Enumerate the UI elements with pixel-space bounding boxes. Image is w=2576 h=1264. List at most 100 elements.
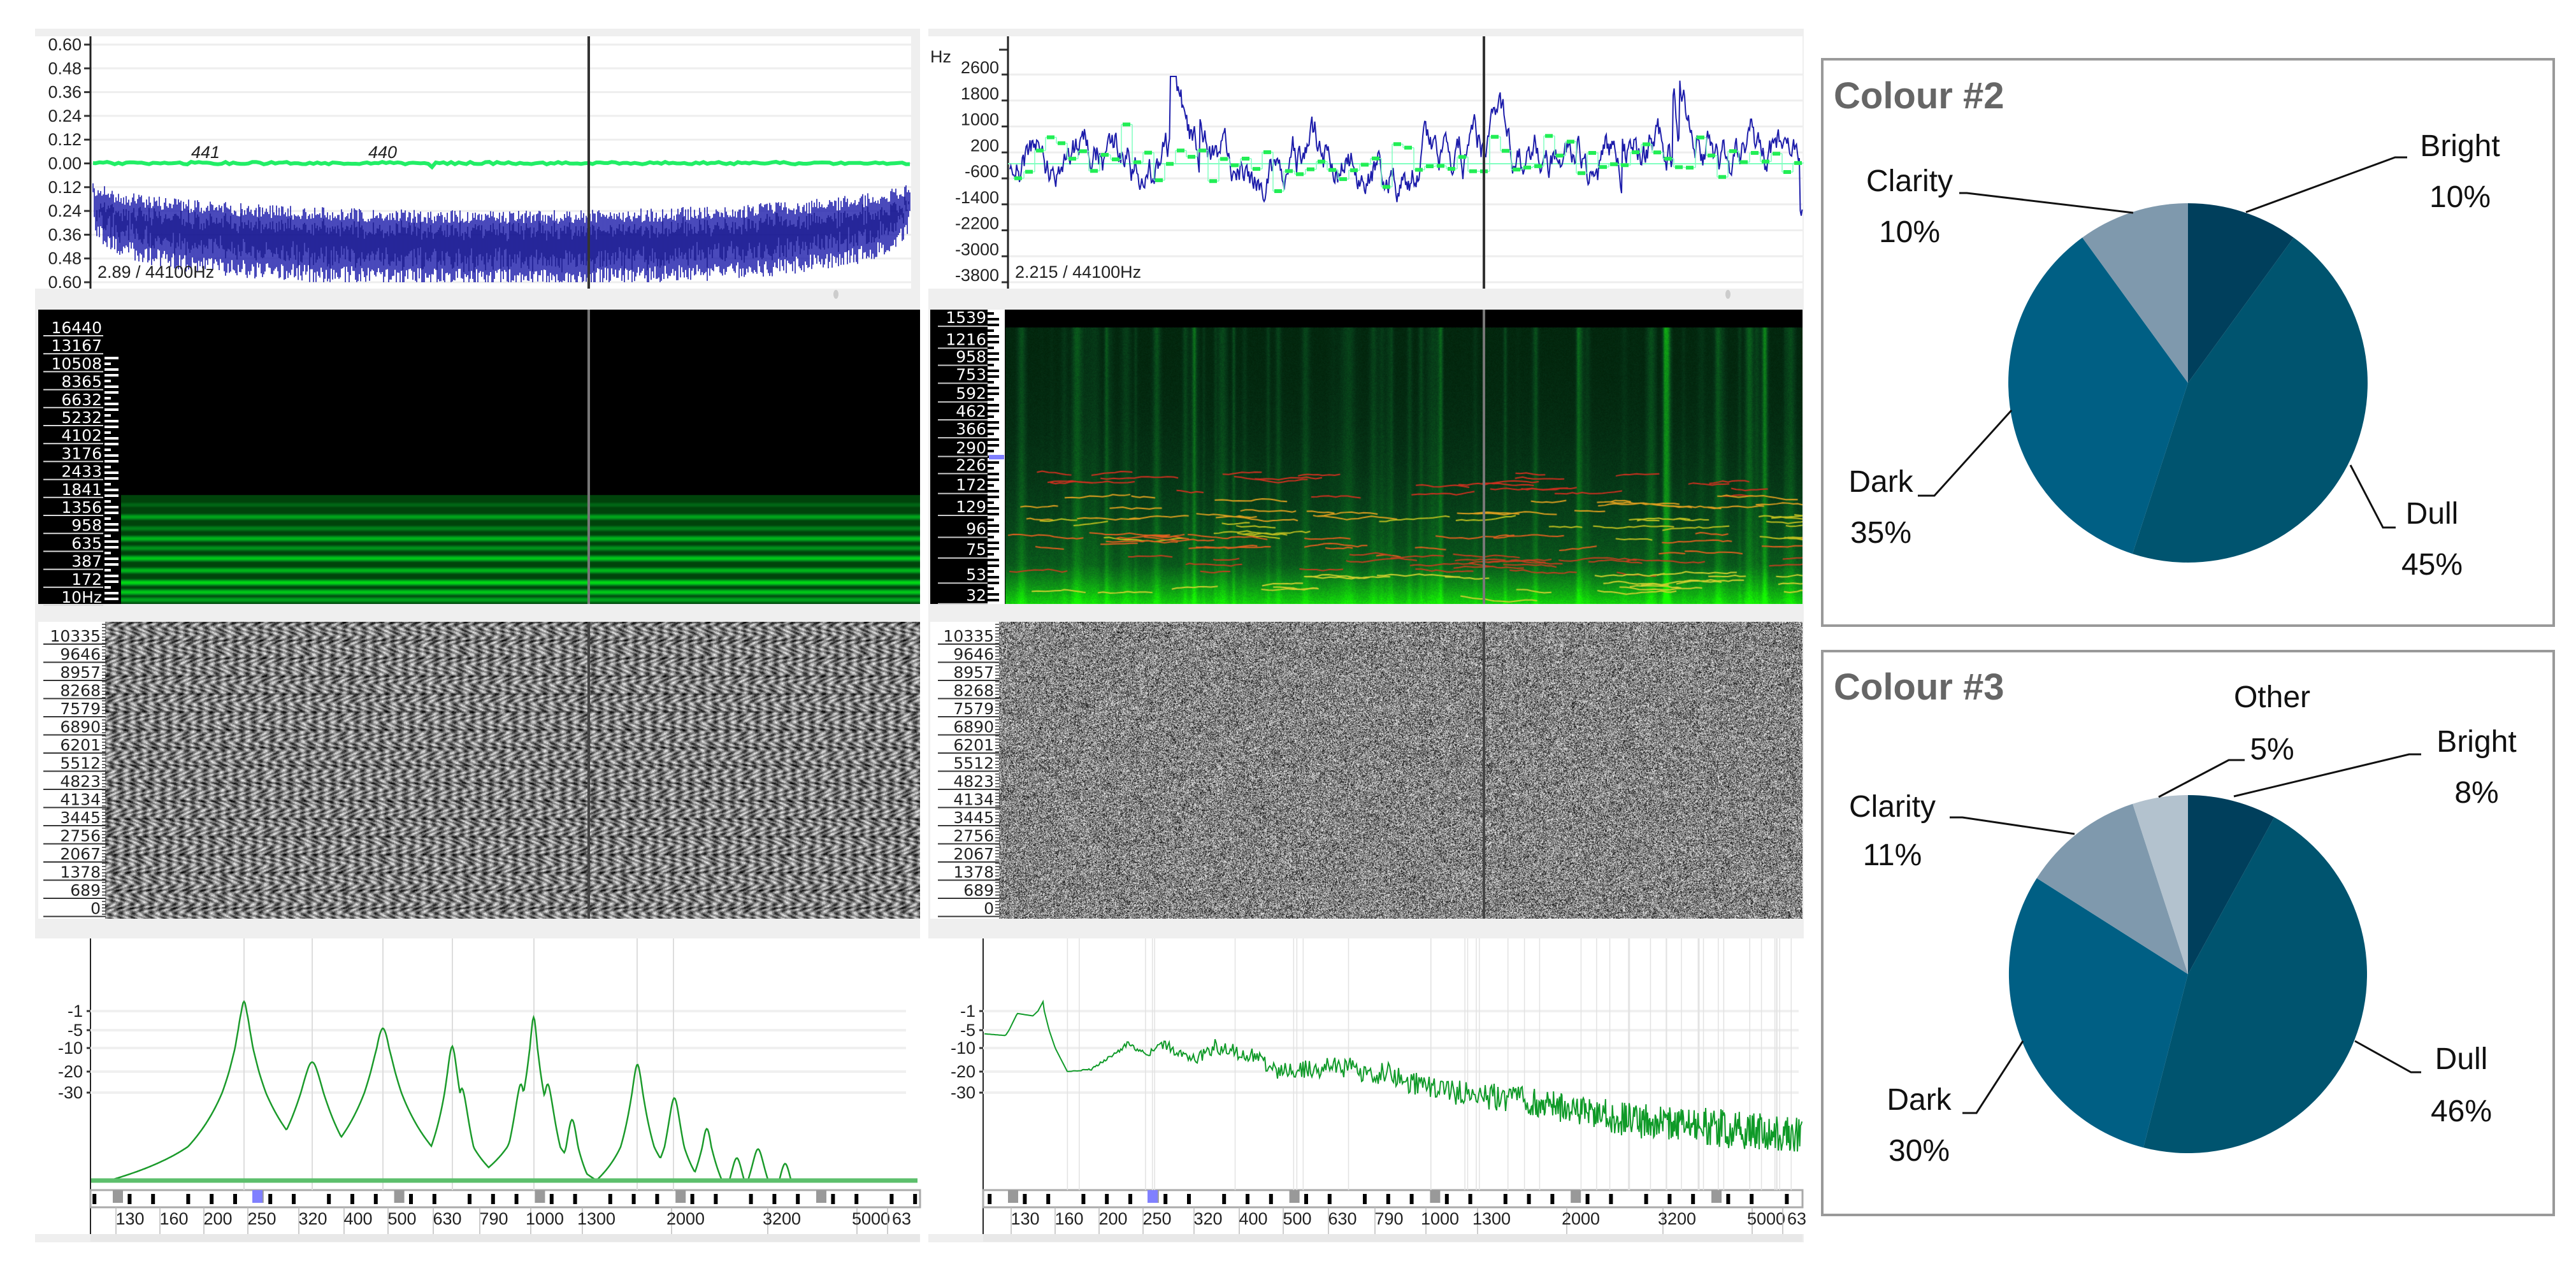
piano-key-c[interactable]	[535, 1190, 545, 1203]
piano-key-black[interactable]	[1691, 1194, 1695, 1204]
piano-key-black[interactable]	[1081, 1194, 1086, 1204]
scrollbar[interactable]	[90, 1234, 920, 1242]
x-tick-label: 130	[115, 1209, 144, 1228]
piano-key-black[interactable]	[573, 1194, 577, 1204]
piano-key-black[interactable]	[1327, 1194, 1332, 1204]
piano-key-black[interactable]	[1785, 1194, 1789, 1204]
piano-key-black[interactable]	[1750, 1194, 1754, 1204]
piano-key-black[interactable]	[1304, 1194, 1308, 1204]
piano-key-black[interactable]	[233, 1194, 237, 1204]
playhead-cursor[interactable]	[587, 36, 590, 289]
piano-key-black[interactable]	[988, 1194, 992, 1204]
playhead-cursor[interactable]	[1483, 310, 1485, 604]
piano-key-c[interactable]	[816, 1190, 826, 1203]
piano-key-black[interactable]	[151, 1194, 155, 1204]
piano-key-black[interactable]	[1468, 1194, 1472, 1204]
pie-label: Dull	[2435, 1042, 2488, 1076]
pie-value-label: 30%	[1889, 1134, 1950, 1168]
piano-key-c[interactable]	[1289, 1190, 1300, 1203]
scrollbar[interactable]	[983, 1234, 1802, 1242]
piano-key-c[interactable]	[675, 1190, 686, 1203]
piano-key	[104, 557, 119, 560]
piano-key-black[interactable]	[854, 1194, 859, 1204]
piano-key	[988, 392, 999, 395]
piano-key-c[interactable]	[1711, 1190, 1722, 1203]
piano-key-black[interactable]	[1609, 1194, 1613, 1204]
piano-key-black[interactable]	[772, 1194, 777, 1204]
piano-key	[988, 312, 994, 315]
piano-key-black[interactable]	[1409, 1194, 1414, 1204]
piano-key-highlight[interactable]	[252, 1190, 263, 1203]
piano-key-black[interactable]	[491, 1194, 495, 1204]
pie-label: Clarity	[1849, 790, 1936, 824]
piano-key-black[interactable]	[1386, 1194, 1390, 1204]
piano-key-c[interactable]	[113, 1190, 123, 1203]
piano-key-black[interactable]	[1644, 1194, 1648, 1204]
scroll-handle[interactable]	[833, 290, 838, 299]
piano-key-black[interactable]	[549, 1194, 554, 1204]
piano-key-highlight[interactable]	[1148, 1190, 1158, 1203]
x-tick-label: 200	[203, 1209, 232, 1228]
piano-key-black[interactable]	[714, 1194, 718, 1204]
piano-key-black[interactable]	[1246, 1194, 1249, 1204]
piano-key-black[interactable]	[210, 1194, 214, 1204]
piano-key-black[interactable]	[1585, 1194, 1590, 1204]
piano-key-black[interactable]	[889, 1194, 894, 1204]
piano-key-black[interactable]	[1222, 1194, 1227, 1204]
piano-key-black[interactable]	[1187, 1194, 1191, 1204]
y-tick-label: 9646	[60, 645, 101, 664]
piano-key-black[interactable]	[1550, 1194, 1555, 1204]
piano-key-c[interactable]	[394, 1190, 405, 1203]
x-tick-label: 1000	[1421, 1209, 1459, 1228]
playhead-cursor[interactable]	[1483, 36, 1485, 289]
piano-key-black[interactable]	[327, 1194, 331, 1204]
piano-key-black[interactable]	[127, 1194, 132, 1204]
piano-key-black[interactable]	[796, 1194, 800, 1204]
x-tick-label: 500	[387, 1209, 416, 1228]
piano-key-black[interactable]	[409, 1194, 413, 1204]
piano-keyboard[interactable]	[89, 1189, 921, 1209]
piano-key	[988, 341, 999, 343]
piano-key-black[interactable]	[749, 1194, 753, 1204]
piano-key-black[interactable]	[350, 1194, 354, 1204]
piano-key-black[interactable]	[292, 1194, 296, 1204]
piano-key-black[interactable]	[1527, 1194, 1531, 1204]
piano-key-black[interactable]	[1667, 1194, 1672, 1204]
piano-key	[104, 431, 111, 434]
scroll-handle[interactable]	[1725, 290, 1731, 299]
piano-key-black[interactable]	[186, 1194, 191, 1204]
piano-key-black[interactable]	[1444, 1194, 1449, 1204]
piano-key-c[interactable]	[1008, 1190, 1018, 1203]
piano-key-black[interactable]	[1128, 1194, 1132, 1204]
piano-key-black[interactable]	[92, 1194, 97, 1204]
piano-key-black[interactable]	[1726, 1194, 1731, 1204]
piano-key-black[interactable]	[468, 1194, 471, 1204]
piano-key-black[interactable]	[373, 1194, 378, 1204]
piano-key-black[interactable]	[432, 1194, 436, 1204]
y-tick-label: 1356	[61, 498, 102, 517]
y-tick-label: 635	[71, 534, 102, 552]
piano-key-black[interactable]	[514, 1194, 519, 1204]
x-tick-label: 790	[1374, 1209, 1403, 1228]
piano-key-black[interactable]	[831, 1194, 835, 1204]
piano-key-black[interactable]	[1023, 1194, 1027, 1204]
playhead-cursor[interactable]	[587, 310, 590, 604]
piano-key-c[interactable]	[1430, 1190, 1441, 1203]
piano-key	[104, 540, 119, 543]
piano-key-black[interactable]	[690, 1194, 694, 1204]
piano-key-black[interactable]	[1046, 1194, 1051, 1204]
piano-key-black[interactable]	[608, 1194, 612, 1204]
piano-key-black[interactable]	[913, 1194, 917, 1204]
playhead-cursor[interactable]	[587, 622, 590, 919]
piano-key	[104, 408, 119, 411]
piano-key-black[interactable]	[631, 1194, 636, 1204]
piano-key-black[interactable]	[1105, 1194, 1109, 1204]
piano-key-black[interactable]	[1269, 1194, 1273, 1204]
playhead-cursor[interactable]	[1483, 622, 1485, 919]
piano-key-black[interactable]	[268, 1194, 273, 1204]
piano-key-black[interactable]	[1163, 1194, 1168, 1204]
piano-key-black[interactable]	[655, 1194, 659, 1204]
piano-key-black[interactable]	[1363, 1194, 1367, 1204]
piano-key-black[interactable]	[1503, 1194, 1507, 1204]
piano-key-c[interactable]	[1571, 1190, 1581, 1203]
